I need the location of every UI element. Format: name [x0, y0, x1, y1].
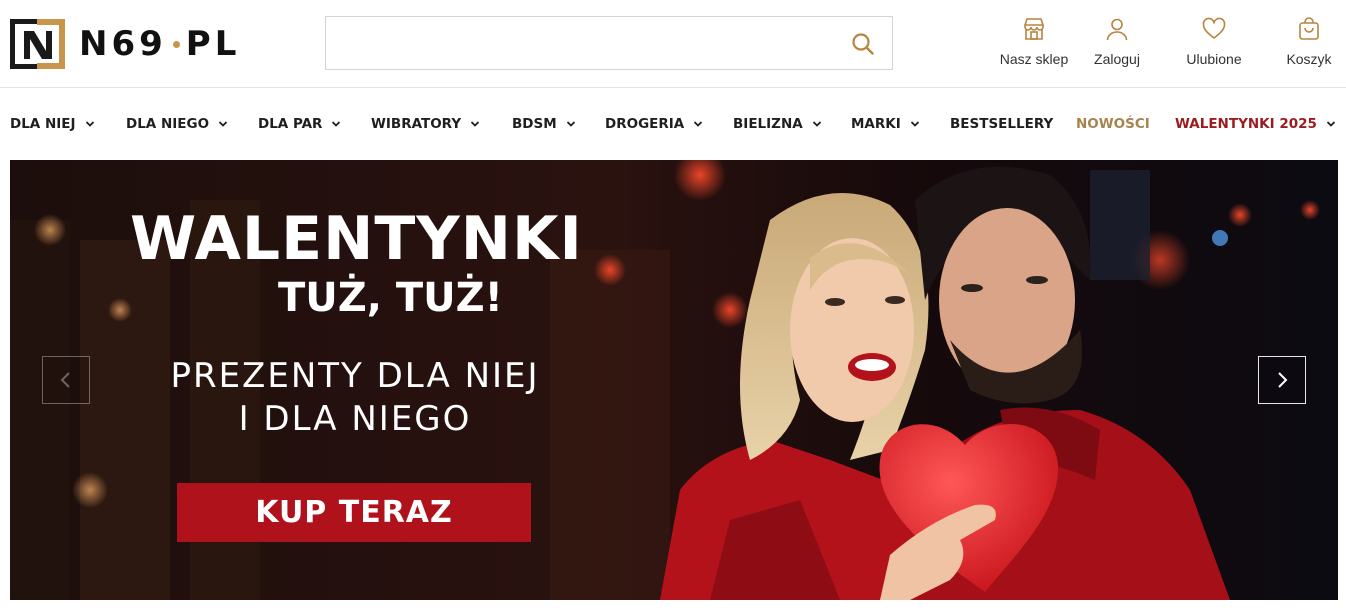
nav-item-label: MARKI — [851, 116, 901, 132]
cart-label: Koszyk — [1286, 51, 1332, 67]
carousel-prev-button[interactable] — [42, 356, 90, 404]
nav-item-bestsellery[interactable]: BESTSELLERY — [950, 115, 1053, 133]
nav-item-walentynki-2025[interactable]: WALENTYNKI 2025 — [1175, 115, 1336, 133]
nav-item-label: DLA PAR — [258, 116, 323, 132]
chevron-down-icon — [694, 121, 703, 127]
user-icon — [1106, 18, 1128, 41]
brand-dot — [172, 40, 180, 48]
nav-item-label: WIBRATORY — [371, 116, 462, 132]
hero-line-2: I DLA NIEGO — [238, 399, 472, 439]
store-button[interactable]: Nasz sklep — [999, 16, 1069, 67]
hero-banner[interactable]: WALENTYNKI TUŻ, TUŻ! PREZENTY DLA NIEJ I… — [10, 160, 1338, 600]
chevron-down-icon — [218, 121, 228, 127]
brand-name: N69 — [79, 24, 167, 64]
brand-suffix: PL — [185, 24, 241, 64]
login-label: Zaloguj — [1094, 51, 1140, 67]
chevron-left-icon — [60, 372, 70, 388]
buy-now-button[interactable]: KUP TERAZ — [177, 483, 531, 542]
logo[interactable]: N69 PL — [10, 19, 240, 69]
hero-title: WALENTYNKI — [130, 204, 583, 274]
cart-button[interactable]: Koszyk — [1274, 16, 1344, 67]
chevron-down-icon — [470, 121, 480, 127]
search-input[interactable] — [326, 17, 892, 69]
hero-subtitle: TUŻ, TUŻ! — [278, 275, 503, 321]
nav-item-label: BESTSELLERY — [950, 116, 1054, 132]
hero-text-block: WALENTYNKI TUŻ, TUŻ! PREZENTY DLA NIEJ I… — [10, 160, 700, 600]
logo-text: N69 PL — [79, 24, 240, 64]
nav-item-label: NOWOŚCI — [1076, 116, 1150, 132]
heart-icon — [1202, 17, 1226, 39]
main-nav: DLA NIEJ DLA NIEGO DLA PAR WIBRATORY BDSM DRO… — [0, 89, 1346, 159]
shopping-bag-icon — [1299, 17, 1319, 40]
carousel-next-button[interactable] — [1258, 356, 1306, 404]
favorites-label: Ulubione — [1186, 51, 1242, 67]
store-icon — [1024, 18, 1044, 40]
nav-item-marki[interactable]: MARKI — [851, 115, 920, 133]
login-button[interactable]: Zaloguj — [1087, 16, 1147, 67]
nav-item-nowości[interactable]: NOWOŚCI — [1076, 115, 1150, 133]
chevron-down-icon — [332, 121, 341, 127]
nav-item-label: DROGERIA — [605, 116, 685, 132]
nav-item-bielizna[interactable]: BIELIZNA — [733, 115, 822, 133]
chevron-down-icon — [812, 121, 821, 127]
nav-item-bdsm[interactable]: BDSM — [512, 115, 576, 133]
chevron-down-icon — [566, 121, 575, 127]
nav-item-dla-niej[interactable]: DLA NIEJ — [10, 115, 95, 133]
store-label: Nasz sklep — [999, 51, 1069, 67]
chevron-down-icon — [910, 121, 919, 127]
nav-item-dla-niego[interactable]: DLA NIEGO — [126, 115, 228, 133]
nav-item-wibratory[interactable]: WIBRATORY — [371, 115, 480, 133]
chevron-right-icon — [1278, 372, 1288, 388]
search-bar — [325, 16, 893, 70]
chevron-down-icon — [1326, 121, 1336, 127]
chevron-down-icon — [85, 121, 94, 127]
logo-mark-icon — [10, 19, 65, 69]
nav-item-drogeria[interactable]: DROGERIA — [605, 115, 703, 133]
nav-item-dla-par[interactable]: DLA PAR — [258, 115, 341, 133]
nav-item-label: DLA NIEGO — [126, 116, 210, 132]
search-icon[interactable] — [850, 31, 876, 57]
site-header: N69 PL Nasz sklep Zaloguj Ulubione Koszy… — [0, 0, 1346, 88]
nav-item-label: BIELIZNA — [733, 116, 803, 132]
nav-item-label: WALENTYNKI 2025 — [1175, 116, 1317, 132]
hero-line-1: PREZENTY DLA NIEJ — [170, 356, 540, 396]
nav-item-label: DLA NIEJ — [10, 116, 76, 132]
nav-item-label: BDSM — [512, 116, 557, 132]
favorites-button[interactable]: Ulubione — [1176, 16, 1252, 67]
